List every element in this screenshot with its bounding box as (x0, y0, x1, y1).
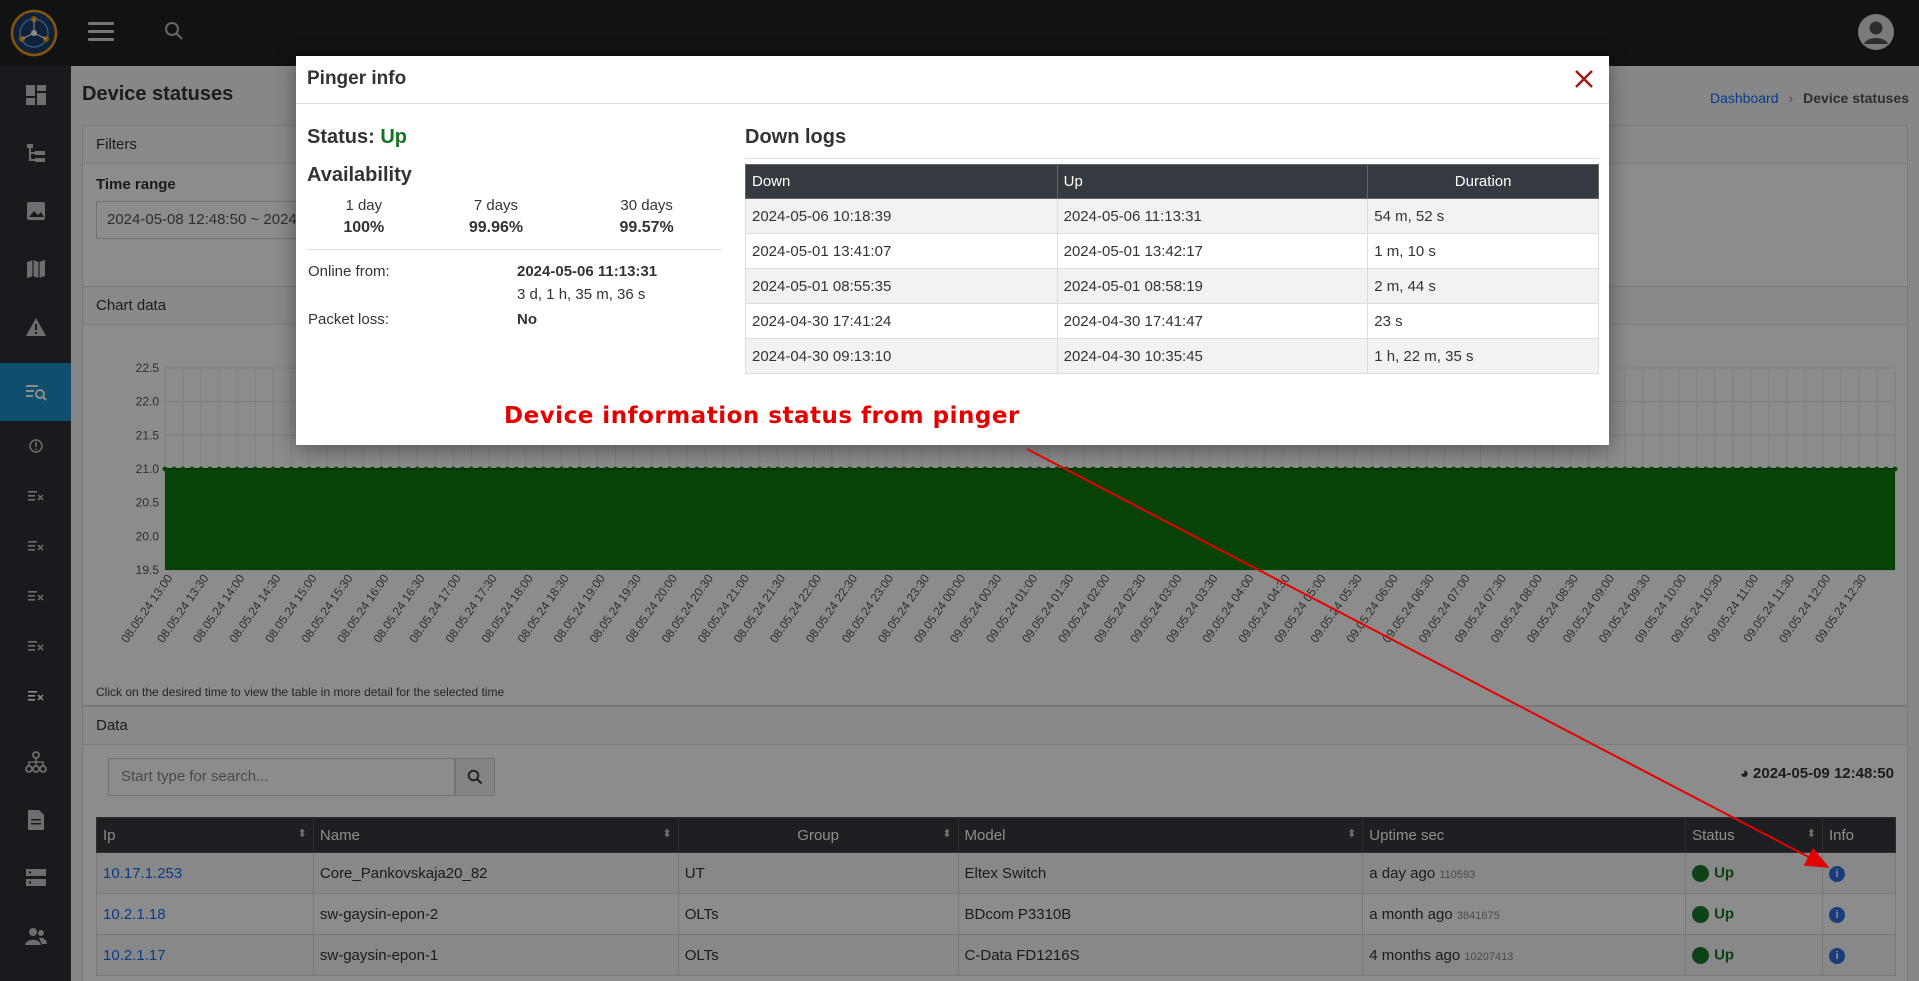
column-header-duration: Duration (1367, 164, 1599, 199)
table-row: 2024-05-06 10:18:39 2024-05-06 11:13:31 54… (745, 198, 1599, 234)
packet-loss-value: No (517, 311, 537, 328)
online-from-value: 2024-05-06 11:13:31 (517, 263, 658, 280)
divider (745, 158, 1599, 159)
duration: 1 m, 10 s (1367, 233, 1599, 269)
pinger-status: Status: Up (307, 126, 407, 149)
duration: 2 m, 44 s (1367, 268, 1599, 304)
down-time: 2024-04-30 09:13:10 (745, 338, 1058, 374)
column-header-up: Up (1056, 164, 1369, 199)
availability-period: 1 day (345, 197, 383, 214)
down-time: 2024-05-06 10:18:39 (745, 198, 1058, 234)
modal-title: Pinger info (307, 68, 407, 89)
table-row: 2024-04-30 17:41:24 2024-04-30 17:41:47 23… (745, 303, 1599, 339)
up-time: 2024-05-06 11:13:31 (1056, 198, 1369, 234)
pinger-info-modal: Pinger info Status: Up Availability 1 da… (296, 56, 1609, 445)
up-time: 2024-04-30 10:35:45 (1056, 338, 1369, 374)
availability-period: 7 days (473, 197, 519, 214)
availability-value: 100% (307, 217, 421, 250)
duration: 1 h, 22 m, 35 s (1367, 338, 1599, 374)
availability-value: 99.57% (571, 217, 722, 250)
down-time: 2024-05-01 08:55:35 (745, 268, 1058, 304)
table-row: 2024-05-01 13:41:07 2024-05-01 13:42:17 1 … (745, 233, 1599, 269)
up-time: 2024-05-01 13:42:17 (1056, 233, 1369, 269)
down-logs-title: Down logs (745, 126, 847, 148)
down-time: 2024-04-30 17:41:24 (745, 303, 1058, 339)
availability-table: 1 day 7 days 30 days 100% 99.96% 99.57% (307, 194, 722, 250)
online-duration: 3 d, 1 h, 35 m, 36 s (517, 286, 646, 303)
annotation-label: Device information status from pinger (504, 403, 1020, 429)
availability-period: 30 days (620, 197, 673, 214)
table-row: 2024-04-30 09:13:10 2024-04-30 10:35:45 1 … (745, 338, 1599, 374)
table-row: 2024-05-01 08:55:35 2024-05-01 08:58:19 2 … (745, 268, 1599, 304)
packet-loss-label: Packet loss: (308, 311, 389, 328)
down-time: 2024-05-01 13:41:07 (745, 233, 1058, 269)
up-time: 2024-04-30 17:41:47 (1056, 303, 1369, 339)
duration: 54 m, 52 s (1367, 198, 1599, 234)
modal-header: Pinger info (296, 56, 1609, 104)
status-label: Status: (307, 126, 375, 148)
duration: 23 s (1367, 303, 1599, 339)
close-icon[interactable] (1572, 67, 1596, 91)
down-logs-table: Down Up Duration 2024-05-06 10:18:39 2024… (745, 164, 1599, 374)
availability-title: Availability (307, 164, 412, 186)
availability-value: 99.96% (420, 217, 572, 250)
online-from-label: Online from: (308, 263, 390, 280)
status-value: Up (380, 126, 408, 148)
column-header-down: Down (745, 164, 1058, 199)
up-time: 2024-05-01 08:58:19 (1056, 268, 1369, 304)
